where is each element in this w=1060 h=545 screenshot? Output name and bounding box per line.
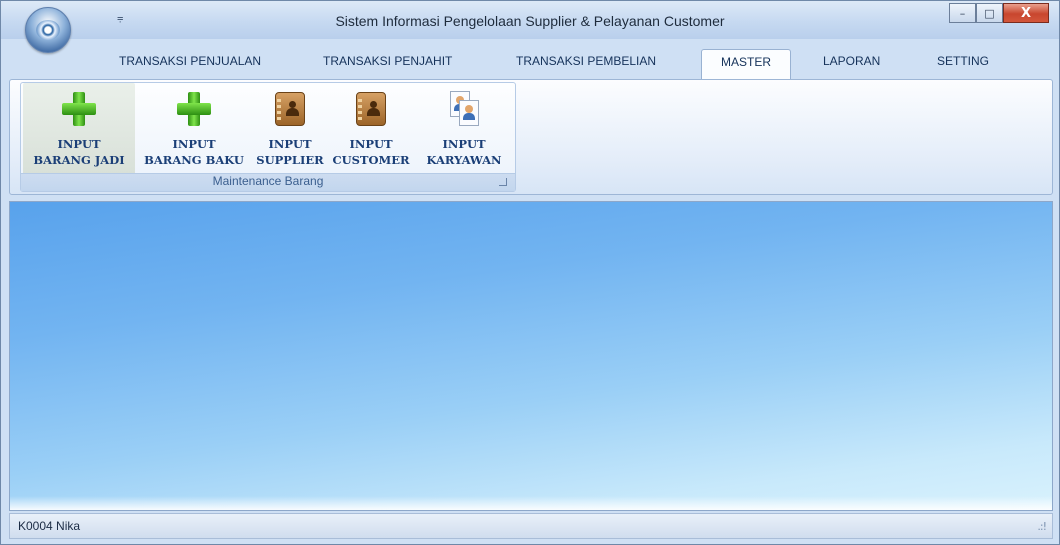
status-user: K0004 Nika — [18, 519, 81, 533]
application-window: ⩦ Sistem Informasi Pengelolaan Supplier … — [0, 0, 1060, 545]
button-label-line2: BARANG JADI — [33, 153, 125, 167]
tab-transaksi-penjahit[interactable]: TRANSAKSI PENJAHIT — [323, 54, 452, 68]
input-supplier-button[interactable]: INPUT SUPPLIER — [253, 83, 327, 175]
address-book-icon — [353, 91, 389, 127]
input-barang-jadi-button[interactable]: INPUT BARANG JADI — [23, 83, 135, 175]
application-menu-button[interactable] — [25, 7, 71, 53]
eye-icon — [36, 20, 60, 40]
button-label-line2: SUPPLIER — [256, 153, 324, 167]
button-label-line2: BARANG BAKU — [144, 153, 244, 167]
minimize-button[interactable]: – — [949, 3, 976, 23]
address-book-icon — [272, 91, 308, 127]
window-controls: – □ X — [949, 3, 1049, 23]
tab-master[interactable]: MASTER — [701, 49, 791, 79]
maximize-button[interactable]: □ — [976, 3, 1003, 23]
button-label-line2: KARYAWAN — [426, 153, 502, 167]
title-bar: ⩦ Sistem Informasi Pengelolaan Supplier … — [1, 1, 1059, 39]
button-label-line1: INPUT — [57, 137, 101, 151]
group-label-text: Maintenance Barang — [212, 174, 324, 188]
tab-laporan[interactable]: LAPORAN — [823, 54, 880, 68]
button-label-line1: INPUT — [349, 137, 393, 151]
dialog-launcher-icon[interactable] — [499, 178, 507, 186]
input-customer-button[interactable]: INPUT CUSTOMER — [329, 83, 413, 175]
green-plus-icon — [61, 91, 97, 127]
button-label-line1: INPUT — [172, 137, 216, 151]
button-label-line1: INPUT — [442, 137, 486, 151]
employee-cards-icon — [446, 91, 482, 127]
maintenance-barang-group: INPUT BARANG JADI INPUT BARANG BAKU INPU… — [20, 82, 516, 192]
tab-transaksi-pembelian[interactable]: TRANSAKSI PEMBELIAN — [516, 54, 656, 68]
ribbon-panel: INPUT BARANG JADI INPUT BARANG BAKU INPU… — [9, 79, 1053, 195]
green-plus-icon — [176, 91, 212, 127]
mdi-workspace — [9, 201, 1053, 511]
group-label: Maintenance Barang — [21, 173, 515, 191]
input-karyawan-button[interactable]: INPUT KARYAWAN — [415, 83, 513, 175]
button-label-line1: INPUT — [268, 137, 312, 151]
resize-grip-icon[interactable]: .:! — [1037, 520, 1047, 533]
ribbon-tabs: TRANSAKSI PENJUALAN TRANSAKSI PENJAHIT T… — [1, 39, 1059, 79]
close-button[interactable]: X — [1003, 3, 1049, 23]
button-label-line2: CUSTOMER — [332, 153, 410, 167]
tab-setting[interactable]: SETTING — [937, 54, 989, 68]
window-title: Sistem Informasi Pengelolaan Supplier & … — [335, 13, 725, 29]
tab-transaksi-penjualan[interactable]: TRANSAKSI PENJUALAN — [119, 54, 261, 68]
status-bar: K0004 Nika .:! — [9, 513, 1053, 539]
input-barang-baku-button[interactable]: INPUT BARANG BAKU — [137, 83, 251, 175]
